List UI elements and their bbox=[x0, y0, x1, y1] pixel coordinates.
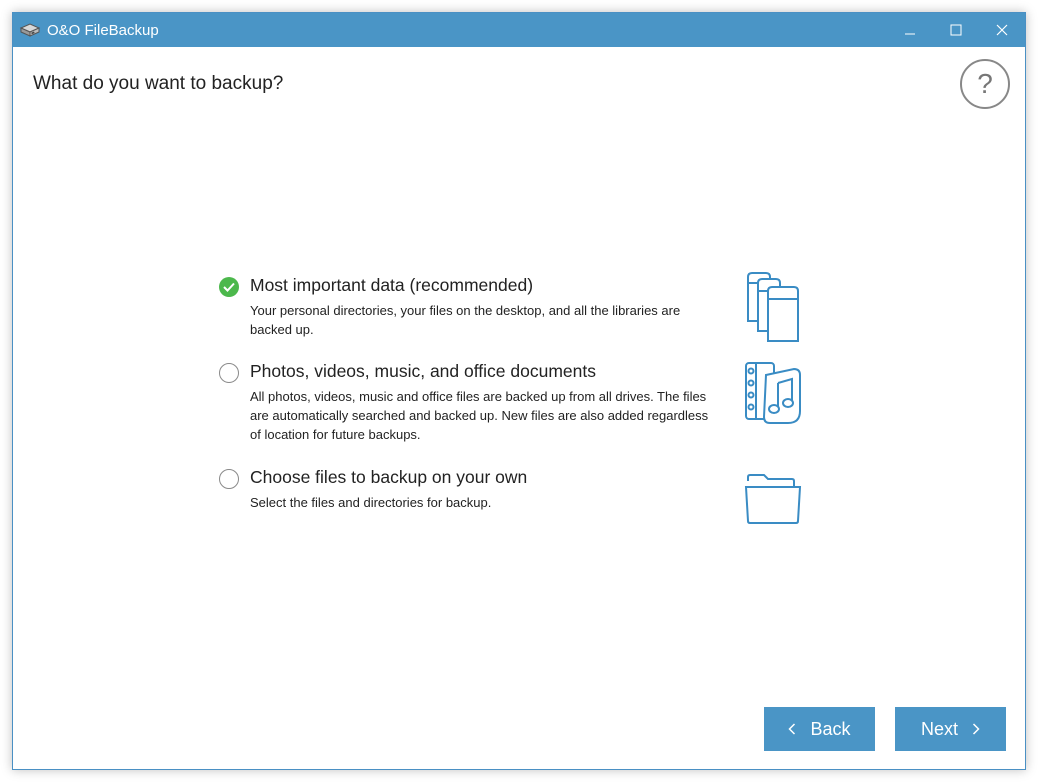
option-title: Most important data (recommended) bbox=[250, 275, 534, 295]
radio-checked[interactable] bbox=[219, 277, 239, 297]
minimize-button[interactable] bbox=[887, 13, 933, 47]
option-description: Select the files and directories for bac… bbox=[250, 495, 492, 510]
media-files-icon bbox=[744, 361, 804, 434]
help-question-icon: ? bbox=[977, 68, 993, 99]
chevron-right-icon bbox=[972, 723, 980, 735]
app-window: O&O FileBackup What do you want to backu… bbox=[12, 12, 1026, 770]
window-title: O&O FileBackup bbox=[47, 21, 159, 39]
option-title: Choose files to backup on your own bbox=[250, 467, 528, 487]
option-title: Photos, videos, music, and office docume… bbox=[250, 361, 596, 381]
library-books-icon bbox=[744, 271, 804, 348]
maximize-icon bbox=[950, 24, 962, 36]
minimize-icon bbox=[905, 33, 915, 35]
title-bar[interactable]: O&O FileBackup bbox=[13, 13, 1025, 47]
option-most-important-data[interactable]: Most important data (recommended) Your p… bbox=[219, 272, 819, 347]
close-button[interactable] bbox=[979, 13, 1025, 47]
page-title: What do you want to backup? bbox=[33, 73, 284, 94]
back-label: Back bbox=[810, 718, 851, 739]
close-icon bbox=[996, 24, 1008, 36]
radio-unchecked[interactable] bbox=[219, 363, 239, 383]
help-button[interactable]: ? bbox=[960, 59, 1010, 109]
folder-icon bbox=[744, 473, 804, 530]
next-button[interactable]: Next bbox=[895, 707, 1006, 751]
maximize-button[interactable] bbox=[933, 13, 979, 47]
option-choose-files[interactable]: Choose files to backup on your own Selec… bbox=[219, 467, 819, 530]
next-label: Next bbox=[920, 718, 958, 739]
checkmark-icon bbox=[223, 282, 235, 292]
radio-unchecked[interactable] bbox=[219, 469, 239, 489]
back-button[interactable]: Back bbox=[764, 707, 875, 751]
option-description: Your personal directories, your files on… bbox=[250, 303, 681, 337]
chevron-left-icon bbox=[788, 723, 796, 735]
option-photos-videos-music[interactable]: Photos, videos, music, and office docume… bbox=[219, 361, 819, 453]
app-drive-icon bbox=[17, 19, 43, 41]
option-description: All photos, videos, music and office fil… bbox=[250, 389, 709, 442]
